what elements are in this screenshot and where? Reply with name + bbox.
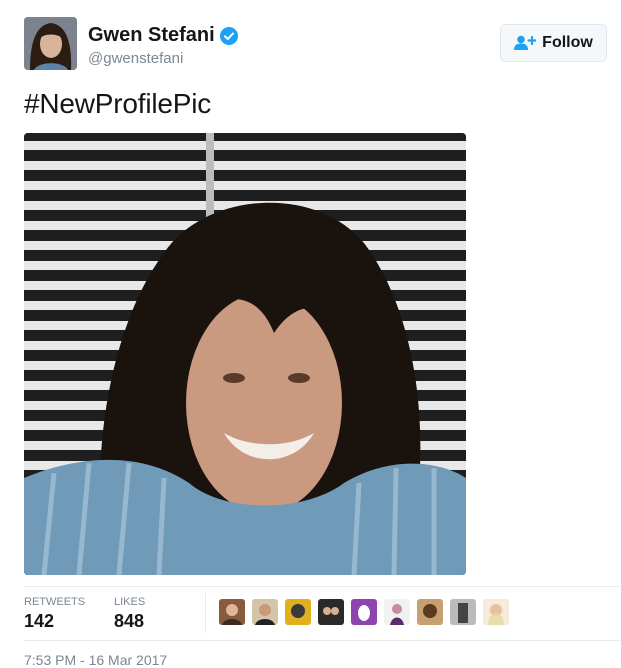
stats-bottom-divider: [24, 640, 621, 641]
follow-button[interactable]: Follow: [500, 24, 607, 62]
retweets-count[interactable]: 142: [24, 611, 54, 632]
liker-avatar[interactable]: [252, 599, 278, 625]
tweet-text[interactable]: #NewProfilePic: [24, 88, 211, 120]
liker-avatar[interactable]: [318, 599, 344, 625]
likes-count[interactable]: 848: [114, 611, 144, 632]
tweet-timestamp[interactable]: 7:53 PM - 16 Mar 2017: [24, 652, 167, 668]
liker-avatar[interactable]: [483, 599, 509, 625]
liker-avatar[interactable]: [285, 599, 311, 625]
default-egg-avatar-icon[interactable]: [351, 599, 377, 625]
profile-avatar[interactable]: [24, 17, 77, 70]
verified-badge-icon: [219, 26, 238, 45]
likers-list: [219, 599, 516, 625]
retweets-label[interactable]: RETWEETS: [24, 596, 85, 608]
liker-avatar[interactable]: [417, 599, 443, 625]
stats-separator: [205, 593, 206, 633]
liker-avatar[interactable]: [450, 599, 476, 625]
tweet-photo[interactable]: [24, 133, 466, 575]
add-user-icon: [514, 35, 537, 50]
display-name[interactable]: Gwen Stefani: [88, 24, 238, 47]
liker-avatar[interactable]: [384, 599, 410, 625]
liker-avatar[interactable]: [219, 599, 245, 625]
display-name-text: Gwen Stefani: [88, 24, 215, 46]
likes-label[interactable]: LIKES: [114, 596, 145, 608]
user-handle[interactable]: @gwenstefani: [88, 50, 183, 67]
stats-top-divider: [24, 586, 621, 587]
follow-button-label: Follow: [542, 34, 593, 51]
